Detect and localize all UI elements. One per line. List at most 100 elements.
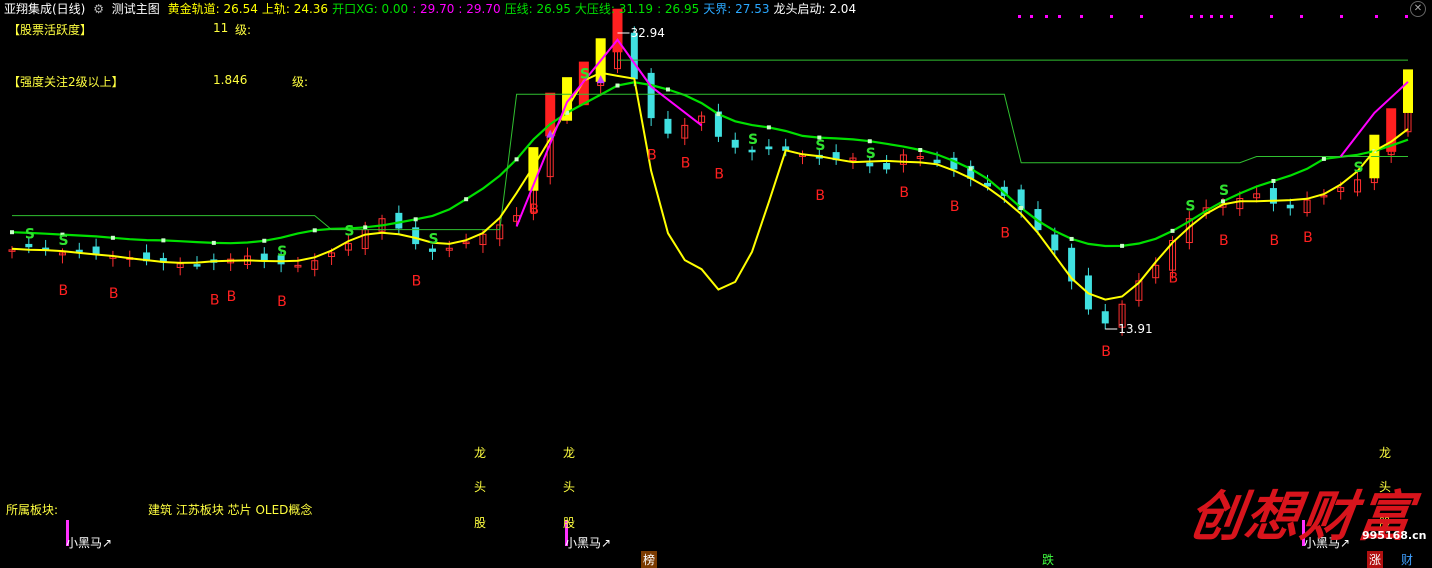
candle-body — [75, 249, 83, 253]
band-dot — [10, 230, 14, 235]
sell-signal: S — [428, 231, 438, 247]
buy-signal: B — [899, 185, 909, 201]
candle-body — [1051, 234, 1059, 251]
band-dot — [716, 112, 721, 117]
sell-signal: S — [580, 67, 590, 83]
indicator-field: 大压线: 31.19 — [574, 2, 654, 16]
watermark-url: 995168.cn — [1362, 529, 1427, 542]
candle-body — [428, 248, 436, 252]
band-dot — [968, 166, 973, 171]
settings-icon[interactable]: ⚙ — [93, 2, 104, 16]
event-tag-die[interactable]: 跌 — [1042, 551, 1054, 568]
band-dot — [464, 197, 469, 202]
buy-signal: B — [210, 292, 220, 308]
activity-value: 11 — [213, 21, 229, 35]
event-tag-bang[interactable]: 榜 — [641, 551, 658, 568]
dragon-head-char: 股 — [474, 516, 487, 530]
stock-title[interactable]: 亚翔集成(日线) — [4, 2, 85, 16]
band-dot — [918, 147, 923, 152]
band-dot — [312, 228, 317, 233]
dragon-head-char: 头 — [563, 480, 576, 494]
buy-signal: B — [647, 148, 657, 164]
dragon-head-char: 龙 — [474, 446, 487, 460]
strength-label: 【强度关注2级以上】 — [8, 75, 124, 89]
indicator-header: 亚翔集成(日线) ⚙ 测试主图 黄金轨道: 26.54 上轨: 24.36 开口XG… — [0, 0, 1432, 18]
buy-signal: B — [1000, 225, 1010, 241]
indicator-field: 龙头启动: 2.04 — [773, 2, 857, 16]
candle-body — [25, 243, 33, 248]
band-dot — [1069, 236, 1074, 241]
sell-signal: S — [58, 233, 68, 249]
band-dot — [161, 238, 166, 243]
band-dot — [615, 83, 620, 88]
candle-body — [933, 159, 941, 164]
band-dot — [665, 87, 670, 92]
band-dot — [110, 235, 115, 240]
event-tag-zhang[interactable]: 涨 — [1367, 551, 1384, 568]
close-icon[interactable]: ✕ — [1410, 1, 1426, 17]
buy-signal: B — [1269, 233, 1279, 249]
candle-body — [866, 162, 874, 167]
gold-track-line — [11, 71, 1409, 301]
buy-signal: B — [714, 166, 724, 182]
dragon-head-char: 头 — [474, 480, 487, 494]
band-dot — [262, 238, 267, 243]
buy-signal: B — [1303, 230, 1313, 246]
buy-signal: B — [1101, 344, 1111, 360]
dragon-head-char: 龙 — [1379, 446, 1392, 460]
buy-signal: B — [950, 199, 960, 215]
pressure-line — [12, 93, 1408, 231]
indicator-field: : 29.70 — [458, 2, 501, 16]
highlight-candle — [1403, 69, 1413, 113]
band-dot — [1220, 199, 1225, 204]
candle-body — [1286, 204, 1294, 209]
band-dot — [1170, 228, 1175, 233]
candle-body — [748, 149, 756, 153]
chart-stage: 32.94 13.91 B B B B B B B B B B B B B B B B B B B S S S S S S S S S S S… — [0, 0, 1432, 568]
sector-label: 所属板块: — [6, 503, 59, 517]
candle-body — [664, 118, 672, 134]
activity-unit: 级: — [235, 23, 252, 37]
band-dot — [211, 240, 216, 245]
indicator-field: 压线: 26.95 — [504, 2, 571, 16]
low-price-label: 13.91 — [1118, 322, 1152, 336]
dark-horse-tag: 小黑马↗ — [565, 536, 612, 550]
high-price-label: 32.94 — [630, 26, 664, 40]
dragon-head-char: 龙 — [563, 446, 576, 460]
buy-signal: B — [529, 202, 539, 218]
sell-signal: S — [866, 146, 876, 162]
candle-body — [1101, 311, 1109, 324]
dark-horse-tag: 小黑马↗ — [66, 536, 113, 550]
band-dot — [1019, 205, 1024, 210]
band-dot — [1271, 178, 1276, 183]
indicator-fields: 黄金轨道: 26.54 上轨: 24.36 开口XG: 0.00: 29.70: 2… — [168, 2, 860, 16]
sell-signal: S — [1219, 183, 1229, 199]
indicator-field: 开口XG: 0.00 — [332, 2, 409, 16]
buy-signal: B — [681, 155, 691, 171]
sell-signal: S — [277, 244, 287, 260]
sell-signal: S — [748, 132, 758, 148]
band-dot — [1321, 156, 1326, 161]
buy-signal: B — [227, 289, 237, 305]
candle-body — [765, 146, 773, 150]
indicator-field: : 29.70 — [412, 2, 455, 16]
candle-body — [630, 32, 638, 80]
event-tag-cai[interactable]: 财 — [1401, 551, 1413, 568]
buy-signal: B — [815, 188, 825, 204]
candle-body — [260, 253, 268, 262]
dragon-head-char: 股 — [563, 516, 576, 530]
buy-signal: B — [109, 286, 119, 302]
indicator-field: 黄金轨道: 26.54 — [167, 2, 258, 16]
magenta-line — [515, 38, 703, 227]
buy-signal: B — [58, 283, 68, 299]
band-dot — [514, 157, 519, 162]
strength-value: 1.846 — [213, 73, 248, 87]
strength-unit: 级: — [292, 75, 309, 89]
candle-body — [193, 264, 201, 267]
band-dot — [413, 217, 418, 222]
sell-signal: S — [344, 224, 354, 240]
band-dot — [766, 125, 771, 130]
indicator-name[interactable]: 测试主图 — [112, 2, 160, 16]
band-dot — [867, 139, 872, 144]
sector-list: 建筑 江苏板块 芯片 OLED概念 — [148, 503, 313, 517]
